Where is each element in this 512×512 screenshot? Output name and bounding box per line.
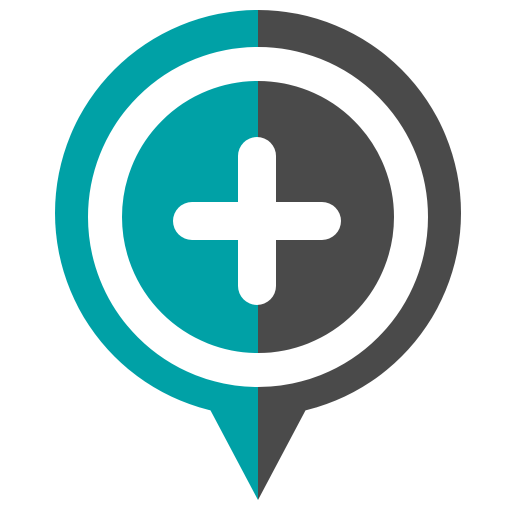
icon-canvas bbox=[0, 0, 512, 512]
map-pin-plus-icon bbox=[55, 10, 461, 500]
